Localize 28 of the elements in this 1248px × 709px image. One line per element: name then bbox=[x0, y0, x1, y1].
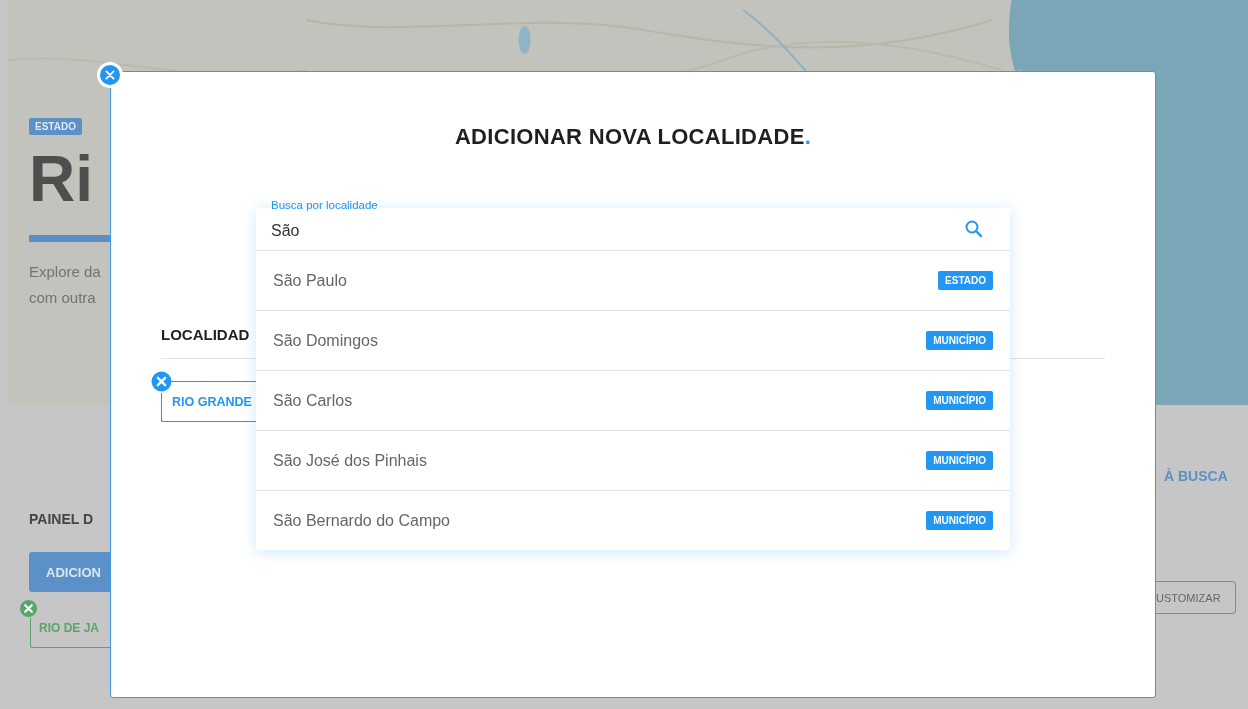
search-input[interactable]: São bbox=[256, 216, 936, 242]
search-icon[interactable] bbox=[964, 219, 984, 239]
type-badge: MUNICÍPIO bbox=[926, 391, 993, 410]
description-text: com outra bbox=[29, 288, 96, 308]
result-item[interactable]: São Paulo ESTADO bbox=[256, 251, 1010, 311]
result-name: São José dos Pinhais bbox=[273, 451, 427, 470]
remove-icon[interactable] bbox=[19, 599, 38, 618]
result-item[interactable]: São Carlos MUNICÍPIO bbox=[256, 371, 1010, 431]
modal-title: ADICIONAR NOVA LOCALIDADE. bbox=[453, 124, 813, 150]
description-text: Explore da bbox=[29, 262, 101, 282]
state-badge: ESTADO bbox=[29, 118, 82, 135]
result-item[interactable]: São Bernardo do Campo MUNICÍPIO bbox=[256, 491, 1010, 550]
panel-heading: PAINEL D bbox=[29, 511, 94, 527]
close-icon[interactable] bbox=[104, 69, 116, 81]
section-heading: LOCALIDAD bbox=[161, 326, 250, 343]
field-label: Busca por localidade bbox=[271, 198, 378, 212]
result-item[interactable]: São José dos Pinhais MUNICÍPIO bbox=[256, 431, 1010, 491]
result-name: São Domingos bbox=[273, 331, 378, 350]
result-name: São Paulo bbox=[273, 271, 347, 290]
result-name: São Bernardo do Campo bbox=[273, 511, 450, 530]
result-name: São Carlos bbox=[273, 391, 353, 410]
result-item[interactable]: São Domingos MUNICÍPIO bbox=[256, 311, 1010, 371]
page-title: Ri bbox=[29, 145, 93, 213]
remove-icon[interactable] bbox=[151, 371, 172, 392]
type-badge: MUNICÍPIO bbox=[926, 331, 993, 350]
type-badge: ESTADO bbox=[938, 271, 993, 290]
type-badge: MUNICÍPIO bbox=[926, 511, 993, 530]
type-badge: MUNICÍPIO bbox=[926, 451, 993, 470]
